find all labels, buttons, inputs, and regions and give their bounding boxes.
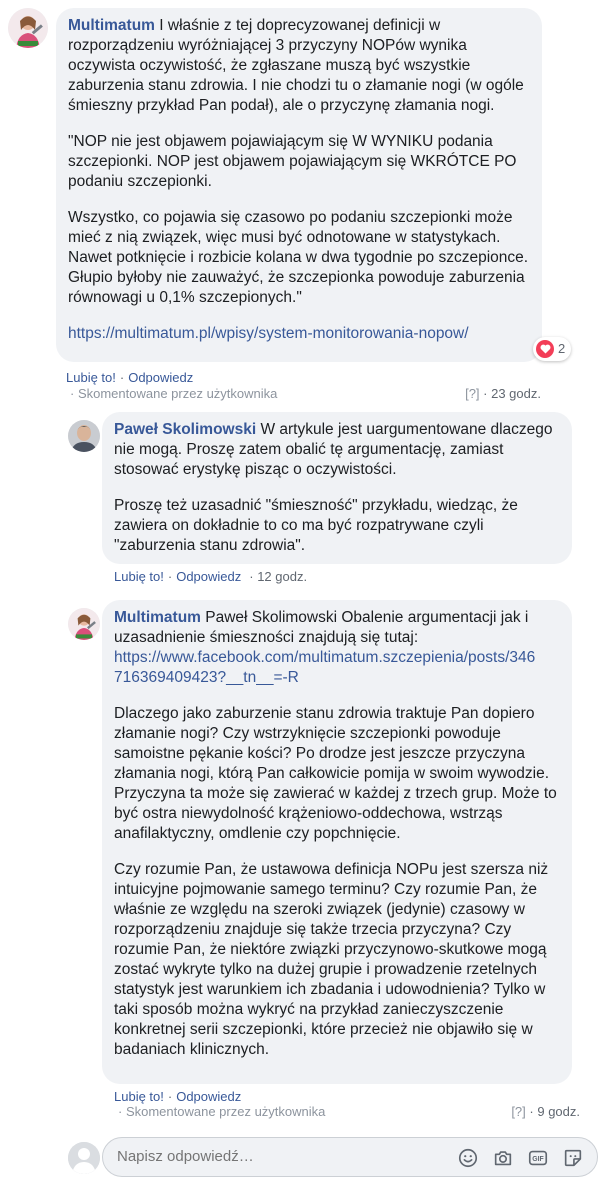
help-link[interactable]: [?] — [511, 1104, 525, 1119]
comment-time[interactable]: · 12 godz. — [249, 569, 307, 584]
like-button[interactable]: Lubię to! — [114, 1089, 164, 1104]
reaction-count: 2 — [558, 341, 566, 356]
svg-text:GIF: GIF — [532, 1156, 543, 1163]
comment-author[interactable]: Multimatum — [114, 609, 201, 626]
comment-meta: [?] · 9 godz. — [440, 1103, 580, 1121]
comment-time[interactable]: · 23 godz. — [483, 386, 541, 401]
reaction-badge[interactable]: 2 — [533, 337, 572, 361]
comment-author[interactable]: Paweł Skolimowski — [114, 421, 256, 438]
current-user-avatar — [68, 1142, 100, 1174]
comment-text: Multimatum Paweł Skolimowski Obalenie ar… — [114, 609, 536, 686]
comment-link[interactable]: https://multimatum.pl/wpisy/system-monit… — [68, 325, 469, 342]
comment-paragraph: Proszę też uzasadnić "śmieszność" przykł… — [114, 497, 518, 554]
comment-bubble: Multimatum Paweł Skolimowski Obalenie ar… — [102, 600, 572, 1084]
commented-by-label: · Skomentowane przez użytkownika — [118, 1104, 326, 1119]
comment-meta: [?] · 23 godz. — [400, 385, 541, 403]
avatar-multimatum[interactable] — [68, 608, 100, 640]
reply-button[interactable]: Odpowiedz — [176, 569, 241, 584]
user-silhouette-icon — [68, 1142, 100, 1174]
comment-time[interactable]: · 9 godz. — [529, 1104, 580, 1119]
multimatum-avatar-icon — [68, 608, 100, 640]
reply-input[interactable] — [117, 1148, 437, 1165]
reply-button[interactable]: Odpowiedz — [176, 1089, 241, 1104]
camera-icon[interactable] — [492, 1147, 514, 1169]
comment-paragraph: Wszystko, co pojawia się czasowo po poda… — [68, 209, 529, 306]
comment-text: Paweł Skolimowski W artykule jest uargum… — [114, 421, 553, 478]
emoji-icon[interactable] — [457, 1147, 479, 1169]
gif-icon[interactable]: GIF — [527, 1147, 549, 1169]
comment-text: Multimatum I właśnie z tej doprecyzowane… — [68, 17, 524, 114]
comment-paragraph: Czy rozumie Pan, że ustawowa definicja N… — [114, 861, 549, 1058]
comment-actions: Lubię to! · Odpowiedz · 12 godz. — [114, 569, 308, 584]
multimatum-avatar-icon — [8, 8, 48, 48]
like-button[interactable]: Lubię to! — [66, 370, 116, 385]
avatar-multimatum[interactable] — [8, 8, 48, 48]
like-button[interactable]: Lubię to! — [114, 569, 164, 584]
reply-box: GIF — [102, 1137, 598, 1177]
comment-bubble: Multimatum I właśnie z tej doprecyzowane… — [56, 8, 542, 362]
comment-link[interactable]: https://www.facebook.com/multimatum.szcz… — [114, 649, 535, 686]
comment-bubble: Paweł Skolimowski W artykule jest uargum… — [102, 412, 572, 564]
avatar-pawel[interactable] — [68, 420, 100, 452]
comment-author[interactable]: Multimatum — [68, 17, 155, 34]
reply-button[interactable]: Odpowiedz — [128, 370, 193, 385]
commented-by-label: · Skomentowane przez użytkownika — [70, 386, 278, 401]
heart-icon — [536, 340, 554, 358]
comment-paragraph: "NOP nie jest objawem pojawiającym się W… — [68, 133, 517, 190]
pawel-avatar-icon — [68, 420, 100, 452]
help-link[interactable]: [?] — [465, 386, 479, 401]
comment-paragraph: Dlaczego jako zaburzenie stanu zdrowia t… — [114, 705, 557, 842]
sticker-icon[interactable] — [562, 1147, 584, 1169]
